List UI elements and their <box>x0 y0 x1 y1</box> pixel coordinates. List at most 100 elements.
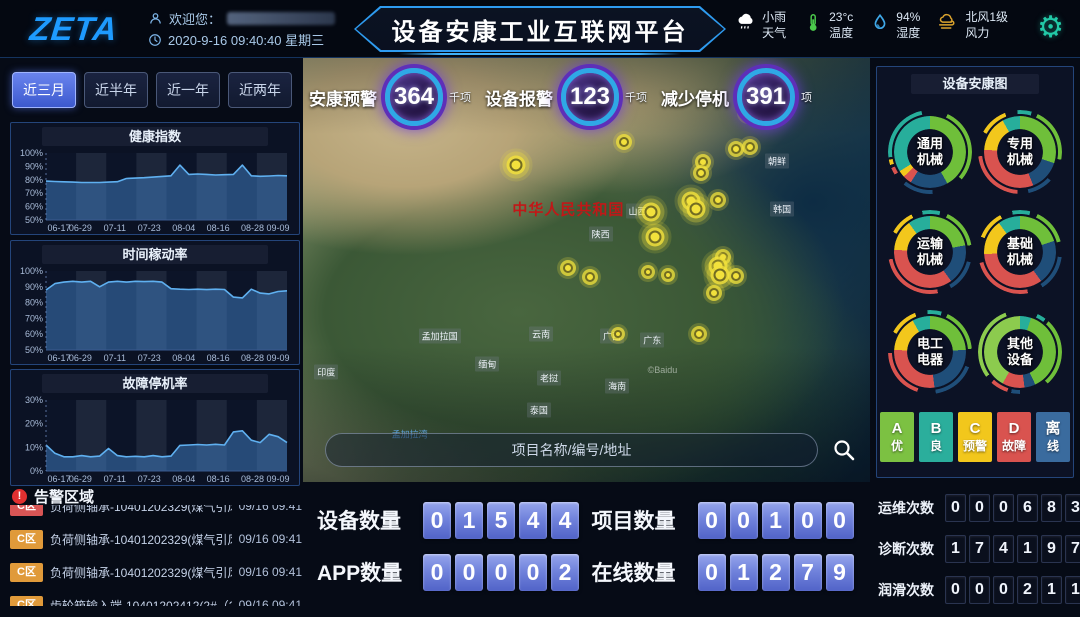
failure-downtime-panel: 故障停机率 0%10%20%30%06-1706-2907-1107-2308-… <box>10 369 300 486</box>
alert-row[interactable]: C区 负荷侧轴承-10401202329(煤气引风机电... 09/16 09:… <box>10 527 302 551</box>
counter-项目数量: 项目数量00100 <box>592 494 867 546</box>
project-map-marker[interactable] <box>689 203 702 216</box>
svg-text:08-28: 08-28 <box>241 353 264 363</box>
digit-cell: 4 <box>519 502 547 539</box>
svg-text:90%: 90% <box>25 282 43 292</box>
china-map[interactable]: 安康预警 364 千项 设备报警 123 千项 减少停机 391 项 中华人民共… <box>303 58 870 482</box>
digit-cell: 0 <box>698 502 726 539</box>
project-map-marker[interactable] <box>614 330 622 338</box>
svg-text:09-09: 09-09 <box>266 353 289 363</box>
failure-downtime-chart: 0%10%20%30%06-1706-2907-1107-2308-0408-1… <box>16 395 294 484</box>
legend-cell-C: C预警 <box>958 412 992 462</box>
digit-cell: 0 <box>945 494 966 522</box>
kpi-unit: 项 <box>801 89 825 105</box>
chart-title: 时间稼动率 <box>42 245 268 264</box>
health-index-chart: 50%60%70%80%90%100%06-1706-2907-1107-230… <box>16 148 294 233</box>
settings-gear-icon[interactable]: ⚙ <box>1037 9 1064 47</box>
gauge-label: 运输机械 <box>888 210 972 294</box>
digit-cell: 0 <box>730 502 758 539</box>
welcome-label: 欢迎您： <box>169 9 221 28</box>
operation-counters: 运维次数000683诊断次数174197润滑次数000211 <box>878 494 1074 617</box>
time-filter-3months[interactable]: 近三月 <box>12 72 76 108</box>
gauge-label: 其他设备 <box>978 310 1062 394</box>
digit-cell: 0 <box>826 502 854 539</box>
project-search-input[interactable] <box>326 434 817 466</box>
health-gauge-专用机械[interactable]: 专用机械 <box>978 110 1062 194</box>
alert-time: 09/16 09:41 <box>239 532 302 546</box>
health-gauge-其他设备[interactable]: 其他设备 <box>978 310 1062 394</box>
health-gauge-电工电器[interactable]: 电工电器 <box>888 310 972 394</box>
map-search-row <box>325 432 856 468</box>
project-map-marker[interactable] <box>698 157 708 167</box>
svg-text:09-09: 09-09 <box>266 474 289 484</box>
weather-value: 小雨 <box>762 9 786 25</box>
time-filter-2years[interactable]: 近两年 <box>228 72 292 108</box>
project-map-marker[interactable] <box>731 271 741 281</box>
kpi-row: 安康预警 364 千项 设备报警 123 千项 减少停机 391 项 <box>309 68 870 126</box>
project-map-marker[interactable] <box>509 158 522 171</box>
time-filter-1year[interactable]: 近一年 <box>156 72 220 108</box>
project-map-marker[interactable] <box>731 144 741 154</box>
gauge-label: 通用机械 <box>888 110 972 194</box>
digit-cell: 9 <box>826 554 854 591</box>
svg-text:06-17: 06-17 <box>47 353 70 363</box>
alert-row[interactable]: C区 负荷侧轴承-10401202329(煤气引风机电... 09/16 09:… <box>10 560 302 584</box>
alert-icon <box>12 489 27 504</box>
project-map-marker[interactable] <box>713 195 723 205</box>
svg-text:07-11: 07-11 <box>104 474 126 484</box>
map-region-label: 海南 <box>605 379 629 394</box>
alert-list[interactable]: C区 负荷侧轴承-10401202329(煤气引风机电... 09/16 09:… <box>10 505 302 606</box>
weather-item: 23°c 温度 <box>802 9 853 41</box>
map-region-label: 广东 <box>640 332 664 347</box>
search-icon[interactable] <box>832 438 856 462</box>
time-filter-6months[interactable]: 近半年 <box>84 72 148 108</box>
project-map-marker[interactable] <box>563 263 573 273</box>
project-map-marker[interactable] <box>619 137 629 147</box>
zeta-logo: ZETA <box>28 10 120 48</box>
digit-cell: 6 <box>1017 494 1038 522</box>
health-gauge-基础机械[interactable]: 基础机械 <box>978 210 1062 294</box>
digit-cell: 0 <box>993 494 1014 522</box>
health-gauge-通用机械[interactable]: 通用机械 <box>888 110 972 194</box>
alert-row[interactable]: C区 齿轮箱输入端-10401202412(2#（2V）... 09/16 09… <box>10 593 302 606</box>
svg-text:50%: 50% <box>25 215 43 225</box>
counter-digits: 174197 <box>945 535 1080 563</box>
counter-label: 润滑次数 <box>878 580 936 600</box>
weather-item: 94% 湿度 <box>869 9 920 41</box>
project-map-marker[interactable] <box>714 269 727 282</box>
digit-cell: 1 <box>1017 535 1038 563</box>
health-gauge-运输机械[interactable]: 运输机械 <box>888 210 972 294</box>
project-map-marker[interactable] <box>709 288 719 298</box>
alert-text: 负荷侧轴承-10401202329(煤气引风机电... <box>50 531 232 548</box>
svg-text:80%: 80% <box>25 175 43 185</box>
svg-text:09-09: 09-09 <box>266 223 289 233</box>
map-region-label: 印度 <box>314 364 338 379</box>
project-map-marker[interactable] <box>696 168 706 178</box>
chart-title: 健康指数 <box>42 127 268 146</box>
project-map-marker[interactable] <box>694 329 704 339</box>
project-map-marker[interactable] <box>645 206 658 219</box>
svg-text:06-29: 06-29 <box>69 474 92 484</box>
digit-cell: 0 <box>519 554 547 591</box>
project-map-marker[interactable] <box>745 142 755 152</box>
weather-bar: 小雨 天气 23°c 温度 94% 湿度 北风1级 风力 <box>735 9 1008 41</box>
weather-value: 94% <box>896 9 920 25</box>
project-map-marker[interactable] <box>585 272 595 282</box>
wind-icon <box>936 12 960 39</box>
project-map-marker[interactable] <box>644 268 652 276</box>
digit-cell: 1 <box>945 535 966 563</box>
digit-cell: 4 <box>993 535 1014 563</box>
project-map-marker[interactable] <box>664 271 672 279</box>
svg-text:10%: 10% <box>25 442 43 452</box>
kpi-label: 减少停机 <box>661 85 729 110</box>
kpi-label: 安康预警 <box>309 85 377 110</box>
project-map-marker[interactable] <box>648 230 661 243</box>
map-country-label: 中华人民共和国 <box>509 197 627 220</box>
digit-cell: 5 <box>487 502 515 539</box>
digit-cell: 2 <box>551 554 579 591</box>
map-region-label: 泰国 <box>527 403 551 418</box>
digit-cell: 7 <box>794 554 822 591</box>
alert-row[interactable]: C区 负荷侧轴承-10401202329(煤气引风机电... 09/16 09:… <box>10 505 302 518</box>
digit-cell: 0 <box>969 576 990 604</box>
alert-text: 负荷侧轴承-10401202329(煤气引风机电... <box>50 505 232 515</box>
